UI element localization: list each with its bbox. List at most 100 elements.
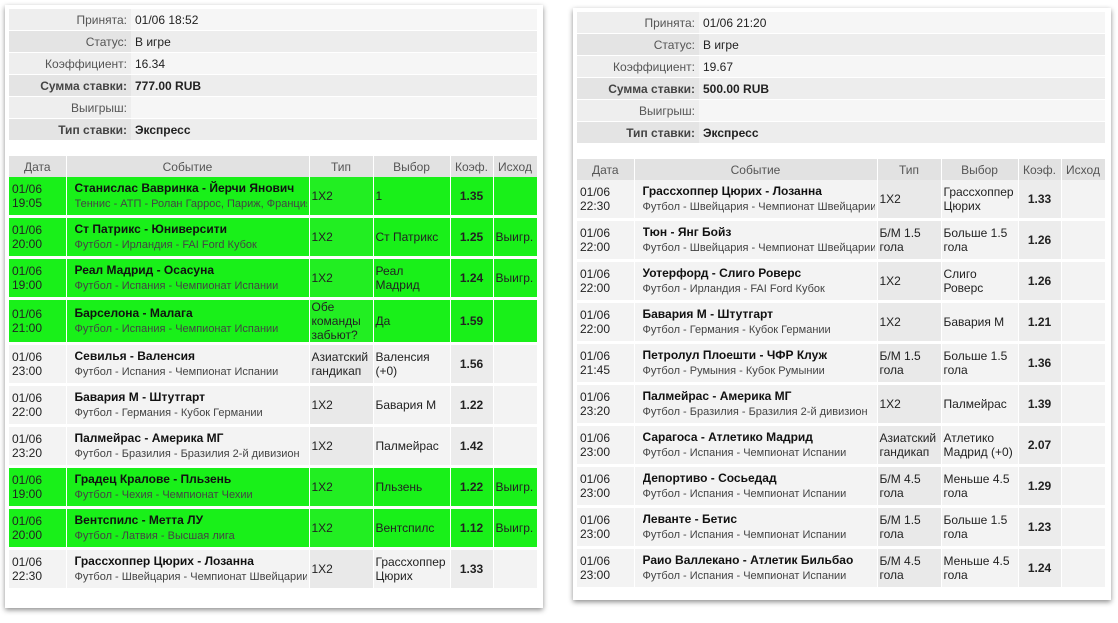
row-event: Палмейрас - Америка МГ Футбол - Бразилия … [66, 425, 310, 468]
row-event: Грассхоппер Цюрих - Лозанна Футбол - Швей… [66, 548, 310, 591]
row-date: 01/06 23:00 [577, 465, 635, 508]
value-coef: 16.34 [131, 52, 537, 75]
table-row: 01/06 21:00 Барселона - Малага Футбол - Исп… [9, 298, 538, 345]
value-status: В игре [131, 30, 537, 53]
row-choice: Палмейрас [941, 383, 1019, 426]
header-date: Дата [9, 156, 67, 177]
row-date-time: 23:00 [580, 568, 611, 582]
row-date-day: 01/06 [12, 473, 43, 487]
event-name: Палмейрас - Америка МГ [642, 389, 792, 403]
header-event: Событие [634, 159, 878, 180]
row-date-time: 20:00 [12, 528, 43, 542]
row-choice: Атлетико Мадрид (+0) [941, 424, 1019, 467]
row-type: Азиатский гандикап [877, 424, 942, 467]
event-name: Реал Мадрид - Осасуна [74, 263, 215, 277]
row-coef: 1.22 [450, 384, 494, 427]
row-choice: Ст Патрикс [373, 216, 451, 259]
bets-table-left: Дата Событие Тип Выбор Коэф. Исход 01/06… [9, 156, 538, 591]
row-coef: 1.39 [1018, 383, 1062, 426]
bet-info-left: Принята: 01/06 18:52 Статус: В игре Коэф… [9, 9, 537, 141]
table-row: 01/06 22:00 Бавария М - Штутгарт Футбол - Г… [577, 301, 1106, 344]
table-row: 01/06 23:20 Палмейрас - Америка МГ Футбол -… [577, 383, 1106, 426]
row-date-day: 01/06 [12, 264, 43, 278]
row-coef: 1.59 [450, 298, 494, 345]
row-outcome [1061, 506, 1106, 549]
row-event: Тюн - Янг Бойз Футбол - Швейцария - Чемпи… [634, 219, 878, 262]
row-event: Петролул Плоешти - ЧФР Клуж Футбол - Румы… [634, 342, 878, 385]
info-row-coef: Коэффициент: 19.67 [577, 55, 1105, 78]
label-accepted: Принята: [577, 12, 699, 34]
row-date-day: 01/06 [12, 350, 43, 364]
row-type: Б/М 4.5 гола [877, 465, 942, 508]
table-row: 01/06 20:00 Ст Патрикс - Юниверсити Футбол … [9, 216, 538, 259]
row-date: 01/06 20:00 [9, 507, 67, 550]
event-league: Футбол - Чехия - Чемпионат Чехии [74, 489, 253, 501]
header-outcome: Исход [1061, 159, 1106, 180]
bet-slip-left-inner: Принята: 01/06 18:52 Статус: В игре Коэф… [9, 9, 538, 591]
row-outcome: Выигр. [493, 466, 538, 509]
row-date-day: 01/06 [12, 223, 43, 237]
event-league: Футбол - Ирландия - FAI Ford Кубок [642, 283, 825, 295]
row-choice: Да [373, 298, 451, 345]
row-event: Уотерфорд - Слиго Роверс Футбол - Ирланди… [634, 260, 878, 303]
row-date: 01/06 23:00 [577, 547, 635, 590]
row-date: 01/06 19:00 [9, 466, 67, 509]
event-league: Футбол - Испания - Чемпионат Испании [74, 323, 279, 335]
row-date-day: 01/06 [580, 554, 611, 568]
row-outcome [1061, 342, 1106, 385]
row-choice: Палмейрас [373, 425, 451, 468]
event-league: Футбол - Германия - Кубок Германии [74, 407, 263, 419]
info-row-win: Выигрыш: [577, 99, 1105, 122]
row-coef: 1.22 [450, 466, 494, 509]
label-status: Статус: [577, 33, 699, 56]
info-row-stake: Сумма ставки: 777.00 RUB [9, 74, 537, 97]
table-row: 01/06 19:05 Станислас Вавринка - Йерчи Яно… [9, 177, 538, 218]
value-accepted: 01/06 21:20 [699, 12, 1105, 34]
row-type: 1X2 [309, 425, 374, 468]
table-row: 01/06 22:30 Грассхоппер Цюрих - Лозанна Фут… [577, 180, 1106, 221]
event-league: Футбол - Латвия - Высшая лига [74, 530, 235, 542]
row-date: 01/06 19:00 [9, 257, 67, 300]
event-name: Палмейрас - Америка МГ [74, 431, 224, 445]
row-outcome: Выигр. [493, 216, 538, 259]
table-row: 01/06 20:00 Вентспилс - Метта ЛУ Футбол - Л… [9, 507, 538, 550]
row-type: 1X2 [877, 260, 942, 303]
label-accepted: Принята: [9, 9, 131, 31]
row-type: 1X2 [309, 466, 374, 509]
row-coef: 1.24 [450, 257, 494, 300]
event-name: Тюн - Янг Бойз [642, 225, 732, 239]
row-date-time: 21:45 [580, 363, 611, 377]
row-event: Палмейрас - Америка МГ Футбол - Бразилия … [634, 383, 878, 426]
row-type: 1X2 [309, 548, 374, 591]
row-choice: Вентспилс [373, 507, 451, 550]
row-coef: 2.07 [1018, 424, 1062, 467]
row-date-day: 01/06 [12, 514, 43, 528]
info-row-win: Выигрыш: [9, 96, 537, 119]
event-name: Севилья - Валенсия [74, 349, 196, 363]
row-coef: 1.25 [450, 216, 494, 259]
bet-slip-right-inner: Принята: 01/06 21:20 Статус: В игре Коэф… [577, 12, 1106, 590]
label-stake: Сумма ставки: [577, 77, 699, 100]
info-row-stake: Сумма ставки: 500.00 RUB [577, 77, 1105, 100]
row-event: Барселона - Малага Футбол - Испания - Чем… [66, 298, 310, 345]
row-outcome: Выигр. [493, 257, 538, 300]
row-date: 01/06 21:45 [577, 342, 635, 385]
event-name: Раио Валлекано - Атлетик Бильбао [642, 553, 854, 567]
event-name: Ст Патрикс - Юниверсити [74, 222, 227, 236]
row-date: 01/06 19:05 [9, 177, 67, 218]
row-date-day: 01/06 [580, 226, 611, 240]
table-row: 01/06 22:00 Уотерфорд - Слиго Роверс Футбол… [577, 260, 1106, 303]
row-date-day: 01/06 [580, 267, 611, 281]
row-type: 1X2 [877, 180, 942, 221]
event-name: Станислас Вавринка - Йерчи Янович [74, 181, 295, 195]
row-choice: Больше 1.5 гола [941, 219, 1019, 262]
row-date-day: 01/06 [580, 513, 611, 527]
label-bet-type: Тип ставки: [577, 121, 699, 144]
header-event: Событие [66, 156, 310, 177]
event-league: Футбол - Испания - Чемпионат Испании [642, 447, 847, 459]
row-date-day: 01/06 [580, 349, 611, 363]
label-win: Выигрыш: [9, 96, 131, 119]
row-date-time: 23:20 [580, 404, 611, 418]
row-type: Азиатский гандикап [309, 343, 374, 386]
row-date-time: 23:00 [580, 486, 611, 500]
